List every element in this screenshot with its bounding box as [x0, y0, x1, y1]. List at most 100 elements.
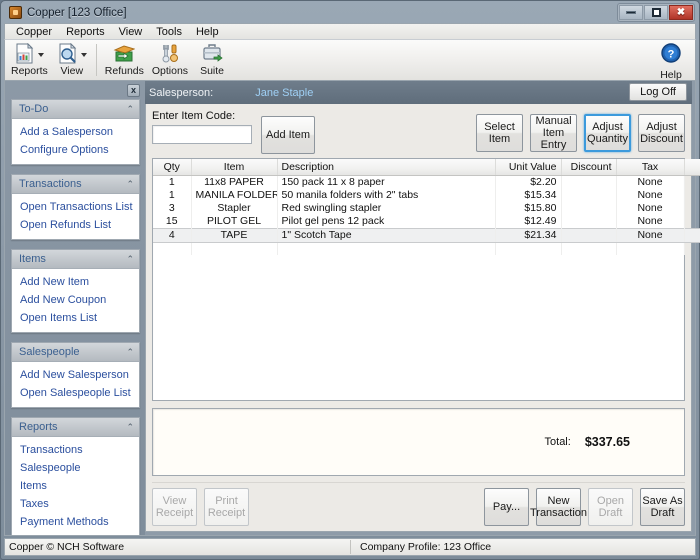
- refunds-arrow-icon: [113, 43, 135, 64]
- menu-item-view[interactable]: View: [112, 25, 150, 39]
- menu-label: Tools: [156, 26, 182, 38]
- column-header-line-total[interactable]: Line Total: [684, 159, 700, 175]
- cell-description: Red swingling stapler: [277, 202, 495, 215]
- items-table-head: Qty Item Description Unit Value Discount…: [153, 159, 700, 175]
- log-off-button[interactable]: Log Off: [629, 83, 687, 101]
- column-header-item[interactable]: Item: [191, 159, 277, 175]
- chevron-up-icon[interactable]: ⌃: [126, 423, 134, 432]
- sidebar-section-header-items[interactable]: Items ⌃: [12, 250, 139, 269]
- sidebar-section-header-todo[interactable]: To-Do ⌃: [12, 100, 139, 119]
- sidebar-item-configure-options[interactable]: Configure Options: [12, 141, 139, 159]
- toolbar: Reports View: [4, 39, 696, 81]
- column-header-tax[interactable]: Tax: [616, 159, 684, 175]
- sidebar-links-transactions: Open Transactions List Open Refunds List: [12, 194, 139, 239]
- window-controls: ✖: [617, 3, 695, 22]
- toolbar-label-options: Options: [152, 65, 188, 77]
- chevron-down-icon[interactable]: [81, 53, 87, 57]
- sidebar-item-open-items-list[interactable]: Open Items List: [12, 309, 139, 327]
- sidebar-section-header-reports[interactable]: Reports ⌃: [12, 418, 139, 437]
- toolbar-button-help[interactable]: ? Help: [652, 42, 690, 81]
- sidebar-item-add-new-coupon[interactable]: Add New Coupon: [12, 291, 139, 309]
- close-button[interactable]: ✖: [669, 5, 693, 20]
- toolbar-button-refunds[interactable]: Refunds: [101, 41, 148, 79]
- column-header-description[interactable]: Description: [277, 159, 495, 175]
- toolbar-button-options[interactable]: Options: [148, 41, 192, 79]
- table-empty-space: [153, 242, 700, 255]
- table-row[interactable]: 15 PILOT GEL Pilot gel pens 12 pack $12.…: [153, 215, 700, 229]
- print-receipt-button[interactable]: Print Receipt: [204, 488, 249, 526]
- cell-line-total: $47.40: [684, 202, 700, 215]
- new-transaction-button[interactable]: New Transaction: [536, 488, 581, 526]
- adjust-quantity-button[interactable]: Adjust Quantity: [584, 114, 631, 152]
- minimize-button[interactable]: [619, 5, 643, 20]
- sidebar-item-items[interactable]: Items: [12, 477, 139, 495]
- add-item-button[interactable]: Add Item: [261, 116, 315, 154]
- column-header-discount[interactable]: Discount: [561, 159, 616, 175]
- table-row[interactable]: 1 11x8 PAPER 150 pack 11 x 8 paper $2.20…: [153, 175, 700, 189]
- sidebar-item-add-new-salesperson[interactable]: Add New Salesperson: [12, 366, 139, 384]
- sidebar-section-title: Transactions: [19, 178, 82, 190]
- menu-item-tools[interactable]: Tools: [149, 25, 189, 39]
- menu-label: Help: [196, 26, 219, 38]
- sidebar-section-header-salespeople[interactable]: Salespeople ⌃: [12, 343, 139, 362]
- sidebar-section-header-transactions[interactable]: Transactions ⌃: [12, 175, 139, 194]
- toolbar-button-suite[interactable]: Suite: [192, 41, 232, 79]
- sidebar-section-title: To-Do: [19, 103, 48, 115]
- toolbar-button-view[interactable]: View: [52, 41, 92, 79]
- table-row[interactable]: 1 MANILA FOLDERS 50 manila folders with …: [153, 189, 700, 202]
- select-item-button[interactable]: Select Item: [476, 114, 523, 152]
- pay-button[interactable]: Pay...: [484, 488, 529, 526]
- cell-qty: 1: [153, 175, 191, 189]
- menu-item-help[interactable]: Help: [189, 25, 226, 39]
- sidebar-item-add-new-item[interactable]: Add New Item: [12, 273, 139, 291]
- salesperson-value[interactable]: Jane Staple: [255, 87, 313, 99]
- empty-cell: [616, 242, 684, 255]
- table-row[interactable]: 3 Stapler Red swingling stapler $15.80 N…: [153, 202, 700, 215]
- items-table-wrapper[interactable]: Qty Item Description Unit Value Discount…: [152, 158, 685, 401]
- sidebar-item-add-a-salesperson[interactable]: Add a Salesperson: [12, 123, 139, 141]
- menu-item-reports[interactable]: Reports: [59, 25, 112, 39]
- sidebar-item-transactions[interactable]: Transactions: [12, 441, 139, 459]
- chevron-up-icon[interactable]: ⌃: [126, 348, 134, 357]
- view-receipt-button[interactable]: View Receipt: [152, 488, 197, 526]
- sidebar-item-open-refunds-list[interactable]: Open Refunds List: [12, 216, 139, 234]
- sidebar-links-reports: Transactions Salespeople Items Taxes Pay…: [12, 437, 139, 535]
- open-draft-button[interactable]: Open Draft: [588, 488, 633, 526]
- toolbar-button-reports[interactable]: Reports: [7, 41, 52, 79]
- table-row[interactable]: 4 TAPE 1" Scotch Tape $21.34 None $85.36…: [153, 228, 700, 242]
- sidebar-item-open-salespeople-list[interactable]: Open Salespeople List: [12, 384, 139, 402]
- sidebar-close-button[interactable]: x: [127, 84, 140, 97]
- menu-item-copper[interactable]: Copper: [9, 25, 59, 39]
- menu-label: Copper: [16, 26, 52, 38]
- adjust-discount-button[interactable]: Adjust Discount: [638, 114, 685, 152]
- chevron-up-icon[interactable]: ⌃: [126, 105, 134, 114]
- cell-discount: [561, 215, 616, 229]
- manual-item-entry-button[interactable]: Manual Item Entry: [530, 114, 577, 152]
- empty-cell: [153, 242, 191, 255]
- maximize-button[interactable]: [644, 5, 668, 20]
- sidebar-item-open-transactions-list[interactable]: Open Transactions List: [12, 198, 139, 216]
- suite-briefcase-icon: [201, 43, 223, 64]
- status-copyright: Copper © NCH Software: [5, 541, 124, 553]
- entry-action-buttons: Select Item Manual Item Entry Adjust Qua…: [476, 114, 685, 152]
- column-header-qty[interactable]: Qty: [153, 159, 191, 175]
- cell-discount: [561, 228, 616, 242]
- item-code-label: Enter Item Code:: [152, 110, 252, 122]
- chevron-up-icon[interactable]: ⌃: [126, 255, 134, 264]
- cell-description: 150 pack 11 x 8 paper: [277, 175, 495, 189]
- column-header-unit-value[interactable]: Unit Value: [495, 159, 561, 175]
- save-as-draft-button[interactable]: Save As Draft: [640, 488, 685, 526]
- item-code-input[interactable]: [152, 125, 252, 144]
- sidebar-item-salespeople[interactable]: Salespeople: [12, 459, 139, 477]
- chevron-up-icon[interactable]: ⌃: [126, 180, 134, 189]
- bottom-buttons-left: View Receipt Print Receipt: [152, 488, 249, 526]
- cell-unit-value: $2.20: [495, 175, 561, 189]
- empty-cell: [495, 242, 561, 255]
- chevron-down-icon[interactable]: [38, 53, 44, 57]
- toolbar-label-help: Help: [660, 69, 682, 81]
- question-mark-icon: ?: [660, 42, 682, 69]
- sidebar-item-payment-methods[interactable]: Payment Methods: [12, 513, 139, 531]
- sidebar-section-salespeople: Salespeople ⌃ Add New Salesperson Open S…: [11, 342, 140, 408]
- cell-discount: [561, 202, 616, 215]
- sidebar-item-taxes[interactable]: Taxes: [12, 495, 139, 513]
